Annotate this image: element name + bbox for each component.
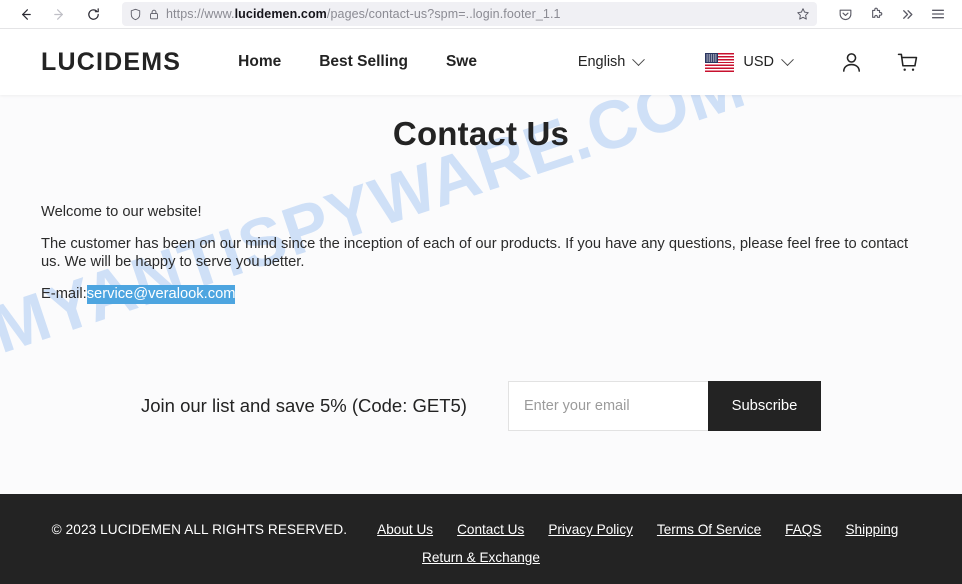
chevron-double-right-icon[interactable] [893, 1, 921, 27]
language-selector[interactable]: English [577, 52, 646, 70]
url-text[interactable]: https://www.lucidemen.com/pages/contact-… [166, 7, 790, 21]
page-body: MYANTISPYWARE.COM Contact Us Welcome to … [0, 95, 962, 494]
site-logo[interactable]: LUCIDEMS [41, 48, 181, 77]
intro-paragraph: The customer has been on our mind since … [41, 236, 909, 270]
footer-link-privacy-policy[interactable]: Privacy Policy [548, 522, 633, 537]
page-content: Contact Us Welcome to our website! The c… [0, 95, 962, 431]
lock-icon[interactable] [148, 8, 160, 21]
footer-row-secondary: Return & Exchange [0, 550, 962, 565]
footer-row-primary: © 2023 LUCIDEMEN ALL RIGHTS RESERVED. Ab… [0, 522, 962, 537]
footer-link-faqs[interactable]: FAQS [785, 522, 821, 537]
promo-text: Join our list and save 5% (Code: GET5) [141, 395, 467, 416]
account-button[interactable] [836, 47, 866, 77]
reload-icon [87, 7, 99, 20]
bookmark-star-icon[interactable] [796, 7, 810, 21]
currency-selector[interactable]: USD [705, 52, 794, 72]
url-prefix: https://www. [166, 7, 235, 21]
welcome-text: Welcome to our website! [41, 204, 202, 220]
site-header: LUCIDEMS Home Best Selling Swe English U… [0, 29, 962, 95]
contact-copy: Welcome to our website! The customer has… [0, 203, 962, 304]
footer-link-return-exchange[interactable]: Return & Exchange [422, 550, 540, 565]
email-label: E-mail: [41, 286, 87, 302]
subscribe-button[interactable]: Subscribe [707, 381, 821, 431]
cart-button[interactable] [892, 47, 922, 77]
url-host: lucidemen.com [234, 7, 327, 21]
nav-item-best-selling[interactable]: Best Selling [319, 29, 408, 95]
puzzle-piece-icon[interactable] [862, 1, 890, 27]
email-line: E-mail:service@veralook.com [41, 285, 921, 304]
arrow-right-icon [53, 8, 63, 20]
subscribe-section: Join our list and save 5% (Code: GET5) S… [0, 381, 962, 431]
footer-link-terms-of-service[interactable]: Terms Of Service [657, 522, 761, 537]
forward-button[interactable] [44, 1, 74, 27]
user-account-icon [842, 52, 860, 72]
main-navigation: Home Best Selling Swe [238, 29, 477, 95]
email-input[interactable] [507, 381, 708, 431]
hamburger-menu-icon[interactable] [924, 1, 952, 27]
pocket-icon[interactable] [831, 1, 859, 27]
nav-item-sweaters[interactable]: Swe [446, 29, 477, 95]
currency-label: USD [743, 54, 774, 70]
footer-link-contact-us[interactable]: Contact Us [457, 522, 524, 537]
browser-toolbar: https://www.lucidemen.com/pages/contact-… [0, 0, 962, 29]
header-utilities: English USD [578, 47, 922, 77]
subscribe-form: Subscribe [507, 381, 821, 431]
arrow-left-icon [21, 8, 31, 20]
back-button[interactable] [10, 1, 40, 27]
footer-link-shipping[interactable]: Shipping [845, 522, 898, 537]
email-address[interactable]: service@veralook.com [86, 285, 236, 304]
chevron-down-icon [632, 52, 646, 66]
us-flag-icon [705, 52, 735, 72]
chevron-down-icon [781, 52, 794, 66]
browser-nav-buttons [10, 1, 108, 27]
address-bar[interactable]: https://www.lucidemen.com/pages/contact-… [122, 2, 817, 26]
shield-icon[interactable] [129, 8, 142, 21]
reload-button[interactable] [78, 1, 108, 27]
browser-toolbar-right [831, 1, 952, 27]
nav-item-home[interactable]: Home [238, 29, 281, 95]
footer-link-about-us[interactable]: About Us [377, 522, 433, 537]
page-title: Contact Us [392, 115, 570, 152]
url-path: /pages/contact-us?spm=..login.footer_1.1 [326, 7, 561, 21]
language-label: English [577, 54, 626, 70]
shopping-cart-icon [897, 53, 917, 71]
copyright-text: © 2023 LUCIDEMEN ALL RIGHTS RESERVED. [51, 522, 348, 537]
site-footer: © 2023 LUCIDEMEN ALL RIGHTS RESERVED. Ab… [0, 494, 962, 584]
